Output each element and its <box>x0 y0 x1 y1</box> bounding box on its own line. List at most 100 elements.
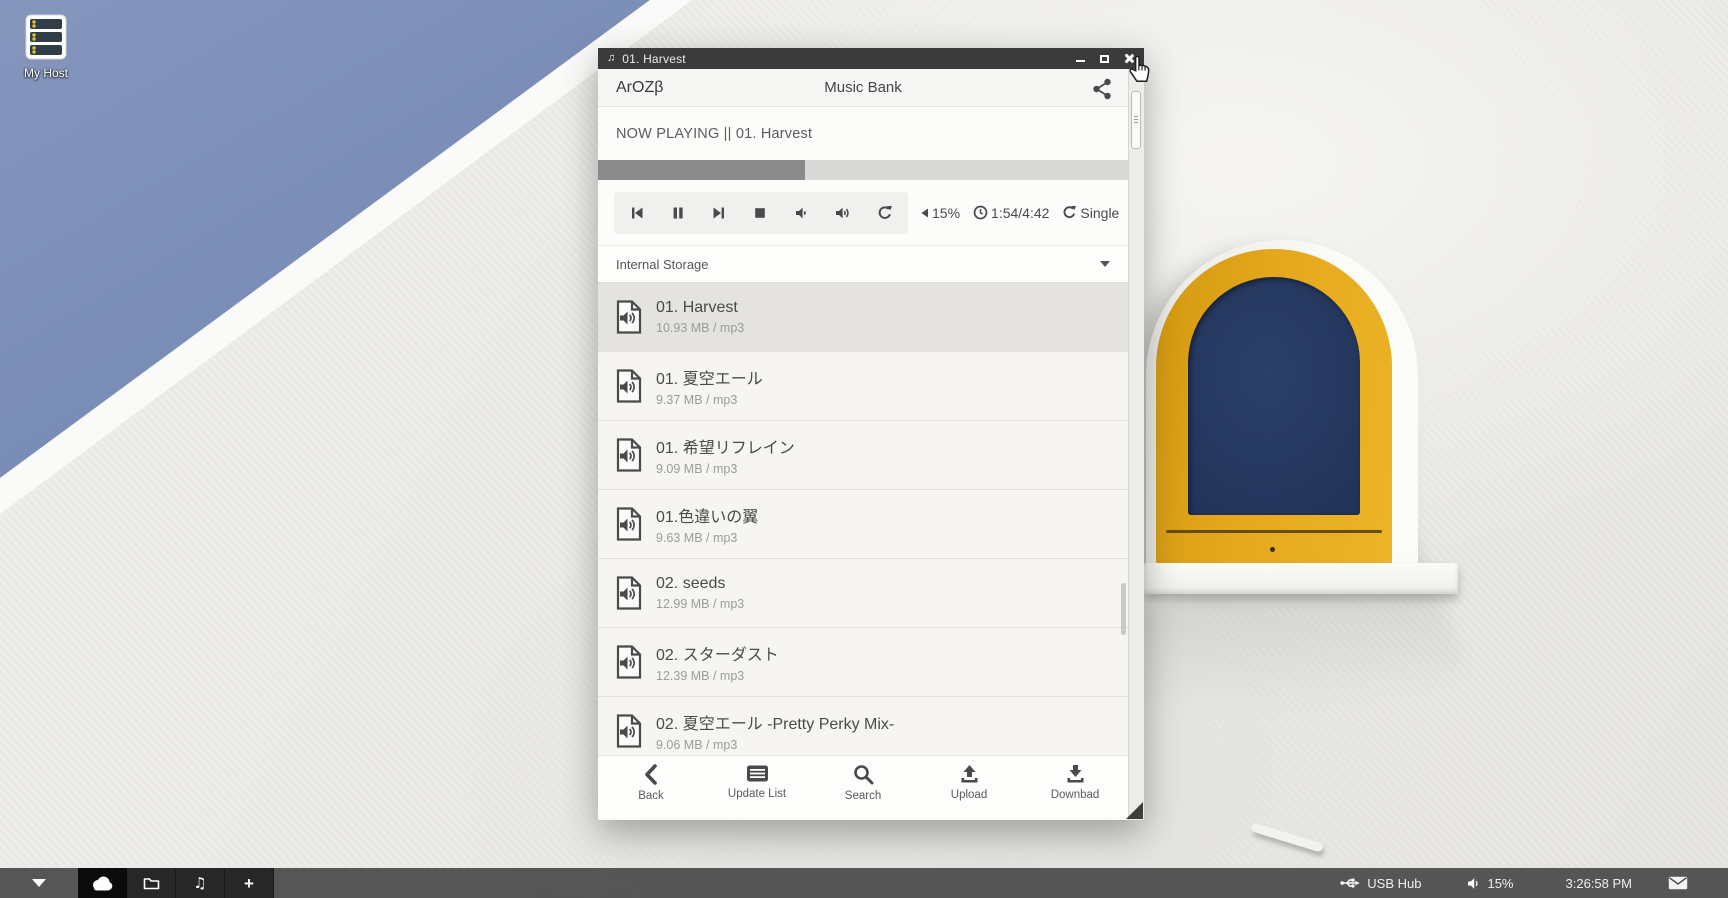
close-button[interactable] <box>1122 52 1135 65</box>
player-stats: 15% 1:54/4:42 Single <box>921 205 1119 221</box>
chevron-down-icon <box>1100 261 1110 267</box>
share-icon <box>1092 78 1112 100</box>
close-icon <box>1123 53 1134 64</box>
taskbar-mail[interactable] <box>1668 876 1688 890</box>
back-button[interactable]: Back <box>621 764 681 802</box>
window-titlebar[interactable]: ♫ 01. Harvest <box>598 48 1144 69</box>
song-row[interactable]: 02. seeds 12.99 MB / mp3 <box>598 559 1128 628</box>
song-meta: 9.37 MB / mp3 <box>656 393 763 407</box>
song-title: 01.色違いの翼 <box>656 503 758 527</box>
desktop-icon-my-host[interactable]: My Host <box>12 14 80 80</box>
audio-file-icon <box>615 714 643 748</box>
song-title: 01. Harvest <box>656 299 744 317</box>
taskbar-menu-button[interactable] <box>0 868 78 898</box>
song-meta: 9.09 MB / mp3 <box>656 462 795 476</box>
player-header: ArOZβ Music Bank <box>598 69 1128 107</box>
now-playing-text: NOW PLAYING || 01. Harvest <box>598 107 1128 160</box>
search-icon <box>853 764 874 785</box>
usb-hub-status[interactable]: USB Hub <box>1340 876 1421 891</box>
taskbar-volume[interactable]: 15% <box>1467 876 1513 891</box>
song-meta: 10.93 MB / mp3 <box>656 321 744 335</box>
playback-mode[interactable]: Single <box>1062 205 1119 221</box>
stop-button[interactable] <box>752 205 768 221</box>
maximize-button[interactable] <box>1098 52 1111 65</box>
next-icon <box>711 205 727 221</box>
upload-icon <box>959 764 980 784</box>
back-chevron-icon <box>642 764 660 785</box>
taskbar: ♫ + USB Hub 15% <box>0 868 1728 898</box>
song-list: 01. Harvest 10.93 MB / mp3 01. 夏空エール 9.37 … <box>598 283 1128 755</box>
storage-select[interactable]: Internal Storage <box>598 246 1128 283</box>
song-title: 01. 希望リフレイン <box>656 434 795 458</box>
upload-button[interactable]: Upload <box>939 764 999 801</box>
volume-readout[interactable]: 15% <box>921 205 960 221</box>
song-row[interactable]: 01. 希望リフレイン 9.09 MB / mp3 <box>598 421 1128 490</box>
pause-button[interactable] <box>670 205 686 221</box>
song-title: 02. seeds <box>656 575 744 593</box>
song-row[interactable]: 02. 夏空エール -Pretty Perky Mix- 9.06 MB / mp… <box>598 697 1128 755</box>
wall-window-sill <box>1144 563 1458 594</box>
window-title: 01. Harvest <box>622 52 1067 66</box>
download-icon <box>1065 764 1086 784</box>
download-button[interactable]: Downbad <box>1045 764 1105 801</box>
minimize-button[interactable] <box>1074 52 1087 65</box>
taskbar-tile-files[interactable] <box>127 868 176 898</box>
volume-triangle-icon <box>921 208 929 218</box>
speaker-icon <box>1467 877 1480 890</box>
song-row[interactable]: 02. スターダスト 12.39 MB / mp3 <box>598 628 1128 697</box>
music-note-icon: ♫ <box>607 53 615 64</box>
song-row[interactable]: 01.色違いの翼9.63 MB / mp3 <box>598 490 1128 559</box>
search-button[interactable]: Search <box>833 764 893 802</box>
song-title: 02. 夏空エール -Pretty Perky Mix- <box>656 710 894 734</box>
repeat-single-icon <box>1062 205 1077 220</box>
share-button[interactable] <box>1092 78 1112 100</box>
list-scrollbar-thumb[interactable] <box>1121 583 1126 635</box>
clock-icon <box>973 205 988 220</box>
loop-button[interactable] <box>877 205 893 221</box>
app-title: Music Bank <box>598 79 1128 96</box>
pause-icon <box>670 205 686 221</box>
cloud-icon <box>91 876 113 891</box>
music-player-window: ♫ 01. Harvest ArOZβ Music Bank <box>598 48 1144 820</box>
transport-controls <box>614 192 908 234</box>
desktop-background: My Host ♫ 01. Harvest ArOZβ Music Bank <box>0 0 1728 898</box>
song-meta: 12.39 MB / mp3 <box>656 669 779 683</box>
song-title: 01. 夏空エール <box>656 365 763 389</box>
stop-icon <box>752 205 768 221</box>
next-track-button[interactable] <box>711 205 727 221</box>
storage-select-value: Internal Storage <box>616 257 709 272</box>
update-list-button[interactable]: Update List <box>727 764 787 800</box>
envelope-icon <box>1668 876 1688 890</box>
progress-bar[interactable] <box>598 160 1128 180</box>
taskbar-tile-cloud[interactable] <box>78 868 127 898</box>
server-icon <box>12 14 80 60</box>
progress-fill <box>598 160 805 180</box>
list-icon <box>746 764 769 783</box>
wall-rod <box>1250 822 1323 852</box>
volume-down-button[interactable] <box>793 205 809 221</box>
taskbar-tile-add[interactable]: + <box>225 868 274 898</box>
taskbar-clock: 3:26:58 PM <box>1566 876 1633 891</box>
loop-icon <box>877 205 893 221</box>
audio-file-icon <box>615 369 643 403</box>
usb-icon <box>1340 876 1360 890</box>
window-scrollbar-track[interactable] <box>1128 69 1144 820</box>
wall-window-knob <box>1270 547 1275 552</box>
audio-file-icon <box>615 300 643 334</box>
window-scrollbar-thumb[interactable] <box>1131 91 1141 149</box>
song-meta: 9.06 MB / mp3 <box>656 738 894 752</box>
volume-up-button[interactable] <box>834 205 852 221</box>
volume-down-icon <box>793 205 809 221</box>
window-resize-handle[interactable] <box>1126 802 1143 819</box>
audio-file-icon <box>615 438 643 472</box>
caret-down-icon <box>32 879 46 887</box>
song-row[interactable]: 01. 夏空エール 9.37 MB / mp3 <box>598 352 1128 421</box>
previous-track-button[interactable] <box>629 205 645 221</box>
taskbar-tray: USB Hub 15% 3:26:58 PM <box>1340 868 1728 898</box>
wall-window-glass <box>1188 277 1360 515</box>
song-meta: 12.99 MB / mp3 <box>656 597 744 611</box>
previous-icon <box>629 205 645 221</box>
song-row[interactable]: 01. Harvest 10.93 MB / mp3 <box>598 283 1128 352</box>
taskbar-tile-music[interactable]: ♫ <box>176 868 225 898</box>
song-title: 02. スターダスト <box>656 641 779 665</box>
